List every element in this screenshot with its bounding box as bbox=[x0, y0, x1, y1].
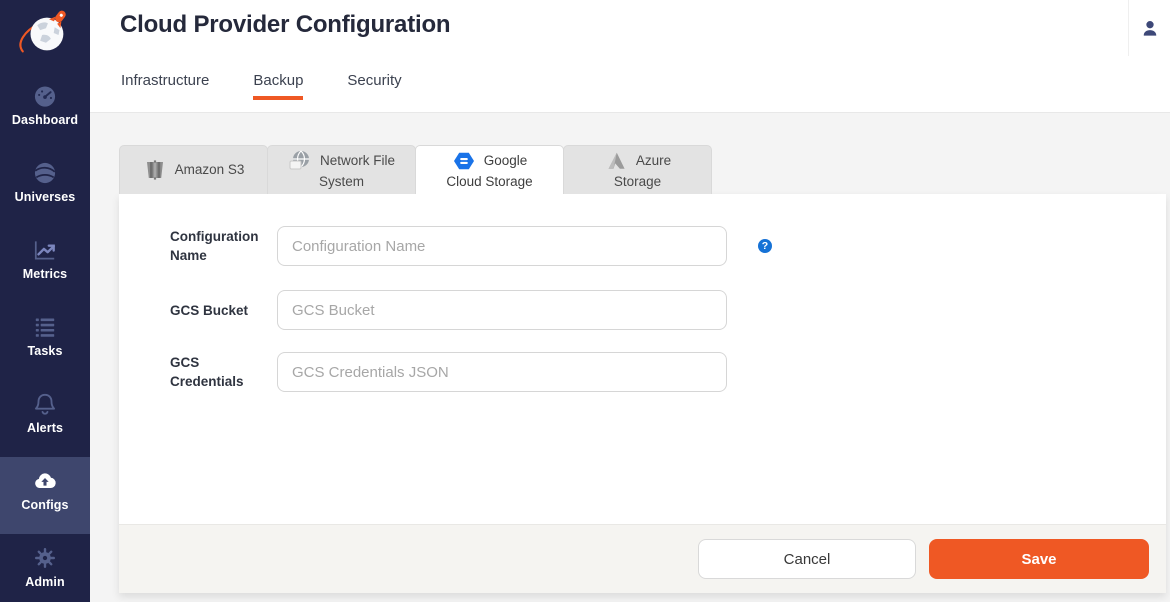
user-icon bbox=[1143, 21, 1157, 36]
provider-tab-label-line2: Cloud Storage bbox=[446, 174, 533, 189]
provider-tab-label: Google bbox=[483, 153, 528, 168]
sidebar-item-configs[interactable]: Configs bbox=[0, 457, 90, 534]
provider-tabs: Amazon S3 Network File System Google Clo… bbox=[119, 145, 712, 194]
provider-tab-label: Amazon S3 bbox=[174, 162, 245, 177]
sidebar-item-metrics[interactable]: Metrics bbox=[0, 226, 90, 303]
sidebar-item-label: Tasks bbox=[27, 344, 63, 358]
configs-icon bbox=[35, 473, 56, 489]
provider-tab-label-line2: Storage bbox=[613, 174, 662, 189]
tasks-icon bbox=[35, 318, 55, 337]
configuration-name-label: Configuration Name bbox=[170, 229, 259, 263]
amazon-s3-icon bbox=[146, 160, 163, 180]
universes-icon bbox=[34, 162, 56, 184]
gcs-bucket-input[interactable] bbox=[277, 290, 727, 330]
sidebar-item-label: Dashboard bbox=[11, 113, 79, 127]
form-row-configuration-name: Configuration Name ? bbox=[170, 226, 772, 266]
sidebar-item-label: Admin bbox=[25, 575, 65, 589]
provider-tab-label-line2: System bbox=[318, 174, 364, 189]
gcs-credentials-label: GCS Credentials bbox=[170, 355, 244, 389]
provider-tab-azure-storage[interactable]: Azure Storage bbox=[563, 145, 712, 194]
form-footer: Cancel Save bbox=[119, 524, 1166, 593]
tab-security[interactable]: Security bbox=[347, 72, 401, 100]
gcs-icon bbox=[453, 152, 474, 170]
sidebar: Dashboard Universes Metrics Tasks Alerts… bbox=[0, 0, 90, 602]
header: Cloud Provider Configuration Infrastruct… bbox=[90, 0, 1170, 113]
dashboard-icon bbox=[34, 86, 56, 107]
provider-tab-amazon-s3[interactable]: Amazon S3 bbox=[119, 145, 268, 194]
app-window: Dashboard Universes Metrics Tasks Alerts… bbox=[0, 0, 1170, 602]
alerts-icon bbox=[34, 393, 56, 415]
nfs-icon bbox=[289, 150, 309, 170]
sidebar-item-dashboard[interactable]: Dashboard bbox=[0, 72, 90, 149]
azure-icon bbox=[608, 152, 625, 169]
top-tabs: Infrastructure Backup Security bbox=[121, 72, 402, 100]
backup-config-card: Configuration Name ? GCS Bucket GCS Cred… bbox=[119, 194, 1166, 593]
sidebar-nav: Dashboard Universes Metrics Tasks Alerts… bbox=[0, 72, 90, 602]
sidebar-item-alerts[interactable]: Alerts bbox=[0, 380, 90, 457]
sidebar-item-admin[interactable]: Admin bbox=[0, 534, 90, 602]
sidebar-item-label: Alerts bbox=[26, 421, 64, 435]
sidebar-item-universes[interactable]: Universes bbox=[0, 149, 90, 226]
page-title: Cloud Provider Configuration bbox=[120, 11, 451, 38]
cancel-button[interactable]: Cancel bbox=[698, 539, 916, 579]
provider-tab-network-file-system[interactable]: Network File System bbox=[267, 145, 416, 194]
gcs-bucket-label: GCS Bucket bbox=[170, 302, 249, 318]
admin-icon bbox=[35, 548, 55, 568]
provider-tab-label: Azure bbox=[635, 153, 672, 168]
yugabyte-logo[interactable] bbox=[0, 3, 90, 65]
sidebar-item-label: Universes bbox=[14, 190, 76, 204]
form-row-gcs-credentials: GCS Credentials bbox=[170, 352, 727, 392]
sidebar-item-label: Configs bbox=[21, 498, 69, 512]
sidebar-item-label: Metrics bbox=[22, 267, 68, 281]
tab-infrastructure[interactable]: Infrastructure bbox=[121, 72, 209, 100]
user-menu-button[interactable] bbox=[1136, 14, 1164, 42]
configuration-name-input[interactable] bbox=[277, 226, 727, 266]
sidebar-item-tasks[interactable]: Tasks bbox=[0, 303, 90, 380]
tab-backup[interactable]: Backup bbox=[253, 72, 304, 100]
header-divider bbox=[1128, 0, 1129, 56]
help-icon[interactable]: ? bbox=[758, 239, 772, 253]
provider-tab-google-cloud-storage[interactable]: Google Cloud Storage bbox=[415, 145, 564, 194]
save-button[interactable]: Save bbox=[929, 539, 1149, 579]
provider-tab-label: Network File bbox=[319, 153, 395, 168]
form-row-gcs-bucket: GCS Bucket bbox=[170, 290, 727, 330]
gcs-credentials-input[interactable] bbox=[277, 352, 727, 392]
metrics-icon bbox=[34, 241, 55, 260]
logo-globe-rocket-icon bbox=[19, 10, 66, 53]
